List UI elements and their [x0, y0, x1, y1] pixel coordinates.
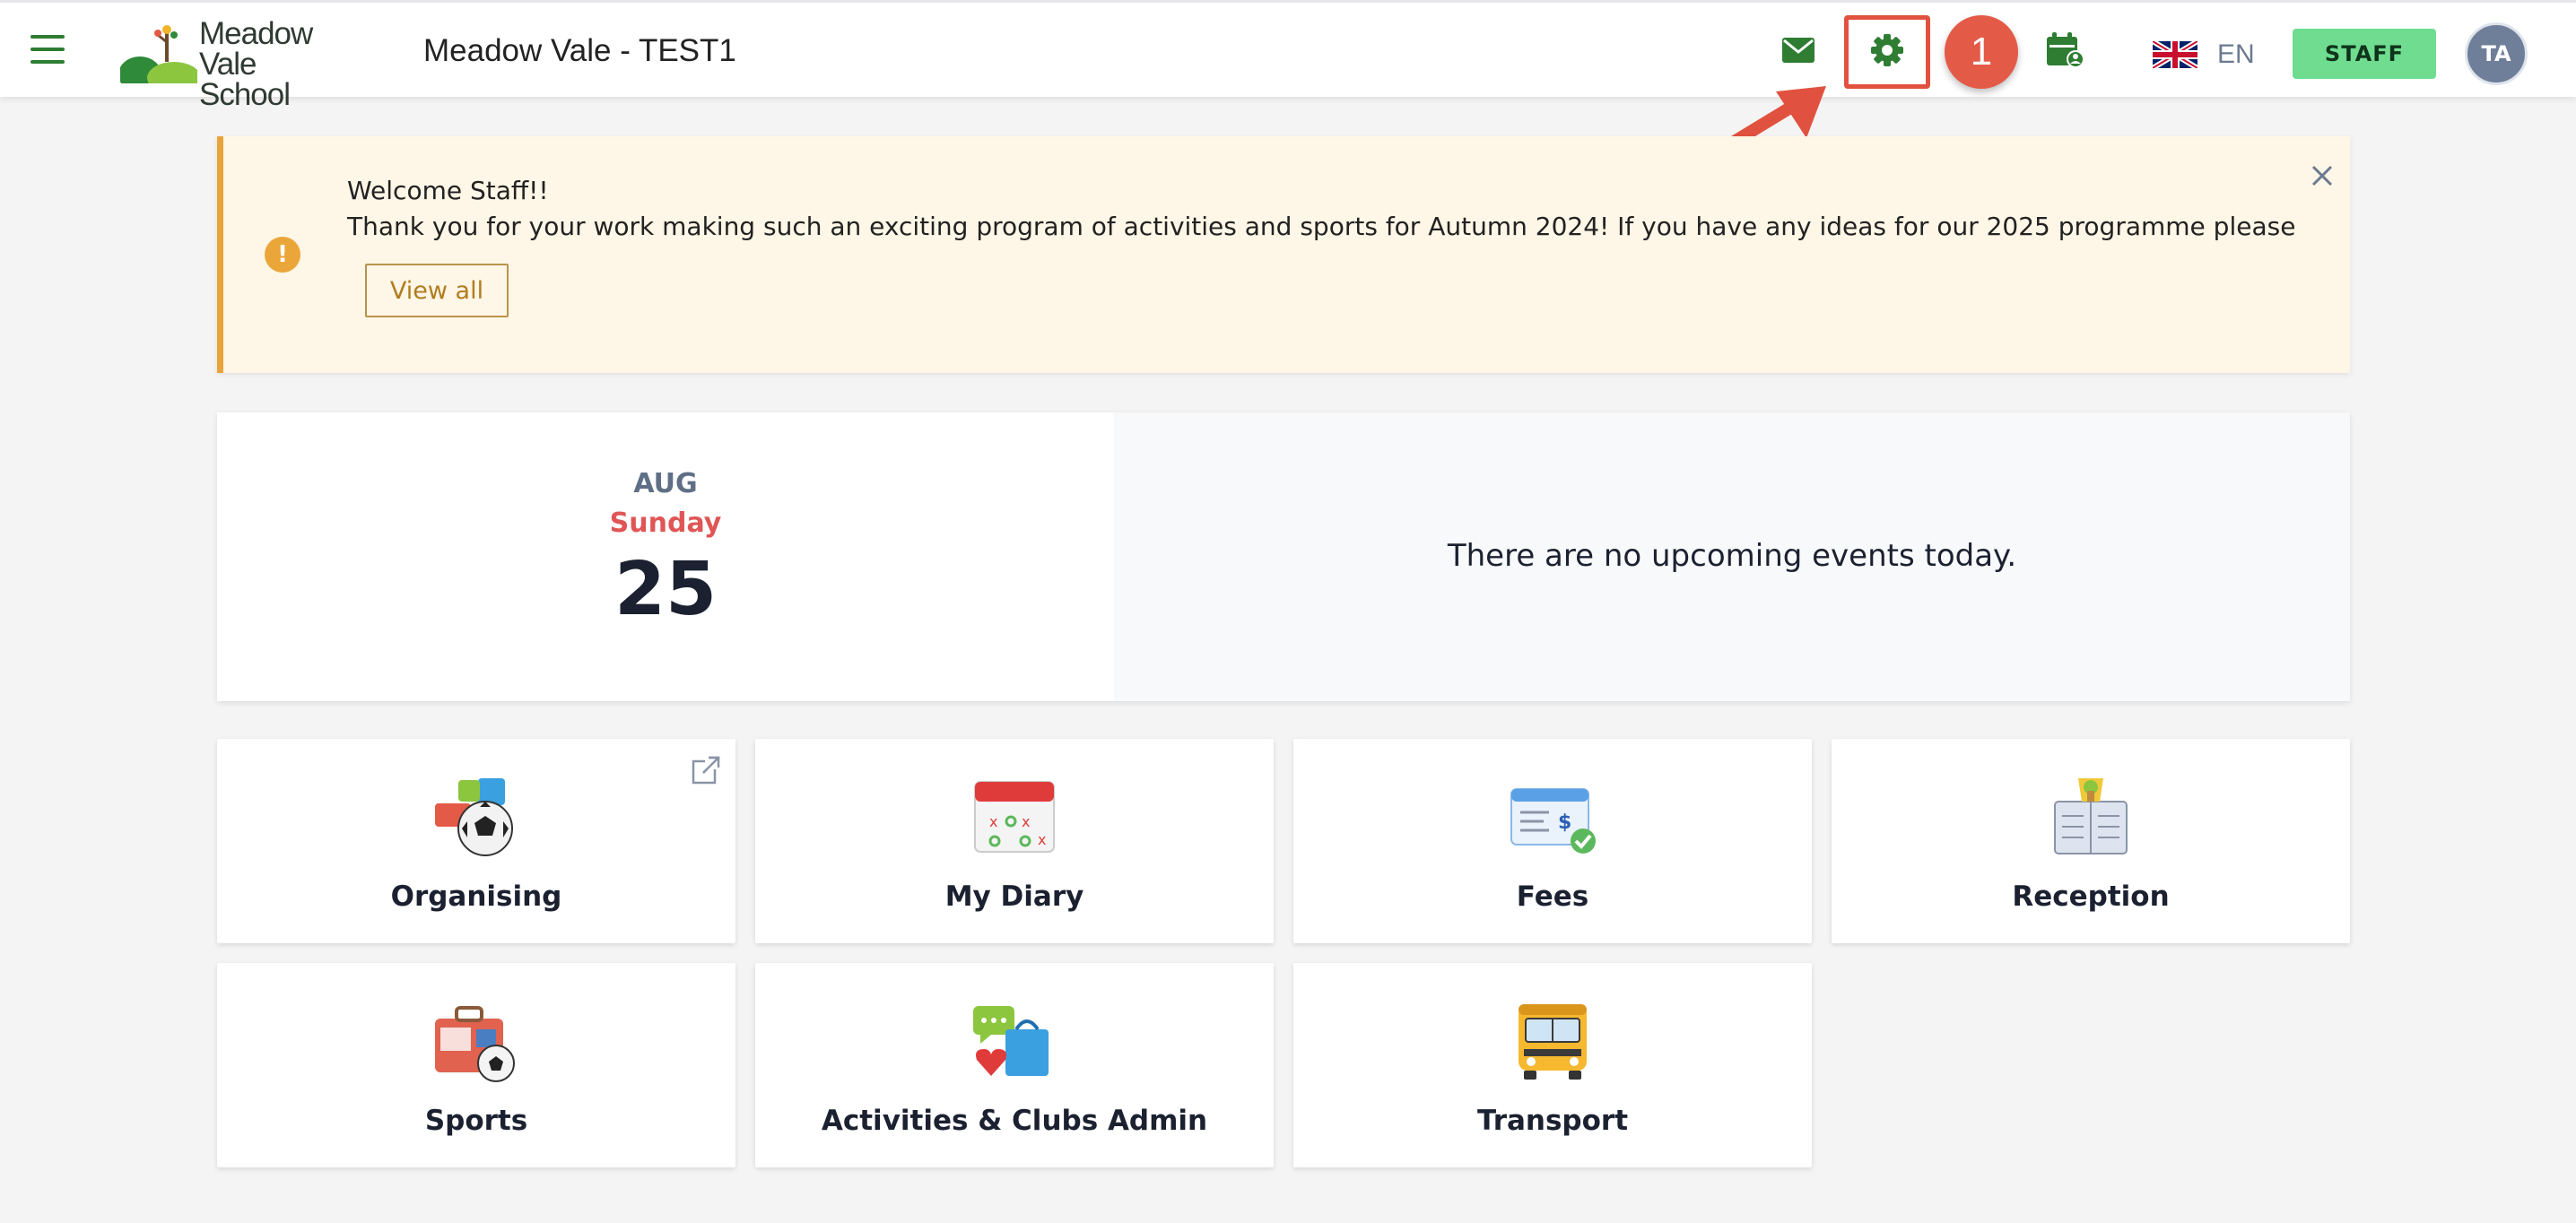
logo-line-1: Meadow [199, 16, 313, 51]
page-title: Meadow Vale - TEST1 [423, 33, 736, 68]
tile-label: Reception [2012, 880, 2170, 913]
calendar-weekday: Sunday [609, 507, 722, 539]
step-number-badge: 1 [1945, 15, 2018, 89]
logo-wordmark: Meadow Vale School [199, 16, 353, 112]
organising-icon [435, 778, 513, 856]
hamburger-menu-icon[interactable] [30, 35, 65, 64]
events-panel: There are no upcoming events today. [1114, 412, 2350, 701]
exclamation-icon: ! [265, 237, 300, 273]
alert-message: Thank you for your work making such an e… [347, 212, 2302, 241]
activities-icon [973, 1006, 1049, 1076]
svg-text:$: $ [1558, 811, 1571, 834]
alert-title: Welcome Staff!! [347, 176, 549, 205]
sports-bag-icon [435, 1006, 515, 1082]
svg-text:x: x [1038, 831, 1046, 848]
tile-label: Fees [1516, 880, 1589, 913]
top-navigation-bar: Meadow Vale School Meadow Vale - TEST1 1 [0, 0, 2576, 110]
logo-line-2: Vale School [199, 47, 291, 112]
mail-icon [1782, 38, 1815, 63]
calendar-icon: x xx [974, 781, 1055, 853]
school-bus-icon [1519, 1004, 1587, 1080]
reception-book-icon [2054, 778, 2128, 854]
tile-transport[interactable]: Transport [1293, 963, 1812, 1167]
calendar-user-button[interactable] [2041, 26, 2090, 74]
no-events-message: There are no upcoming events today. [1447, 538, 2017, 574]
calendar-month: AUG [633, 468, 698, 499]
calendar-day-number: 25 [614, 547, 718, 632]
mail-button[interactable] [1774, 26, 1823, 74]
language-code: EN [2217, 39, 2255, 69]
external-link-icon[interactable] [691, 755, 721, 785]
tile-label: Organising [390, 880, 562, 913]
tile-label: My Diary [944, 880, 1084, 913]
svg-text:x: x [1022, 813, 1030, 830]
tile-reception[interactable]: Reception [1832, 739, 2350, 943]
cheque-icon: $ [1510, 788, 1596, 854]
view-all-button[interactable]: View all [365, 264, 509, 317]
tile-label: Activities & Clubs Admin [821, 1105, 1208, 1137]
tile-fees[interactable]: $ Fees [1293, 739, 1812, 943]
language-selector[interactable]: EN [2153, 37, 2255, 73]
date-panel: AUG Sunday 25 [217, 412, 1114, 701]
staff-role-button[interactable]: STAFF [2293, 29, 2436, 79]
svg-text:x: x [989, 813, 997, 830]
tile-activities-clubs-admin[interactable]: Activities & Clubs Admin [755, 963, 1274, 1167]
calendar-user-icon [2047, 32, 2084, 68]
tile-sports[interactable]: Sports [217, 963, 735, 1167]
welcome-alert-banner: ! Welcome Staff!! Thank you for your wor… [217, 136, 2350, 373]
close-icon[interactable] [2306, 160, 2338, 192]
school-logo-mark [120, 25, 197, 83]
school-logo[interactable]: Meadow Vale School [120, 18, 353, 110]
uk-flag-icon [2153, 41, 2197, 68]
today-calendar-card: AUG Sunday 25 There are no upcoming even… [217, 412, 2350, 701]
tile-my-diary[interactable]: xxx My Diary [755, 739, 1274, 943]
tile-label: Sports [424, 1105, 528, 1137]
user-avatar[interactable]: TA [2465, 22, 2528, 85]
tile-organising[interactable]: Organising [217, 739, 735, 943]
tile-label: Transport [1476, 1105, 1629, 1137]
settings-highlight-annotation [1844, 15, 1930, 89]
